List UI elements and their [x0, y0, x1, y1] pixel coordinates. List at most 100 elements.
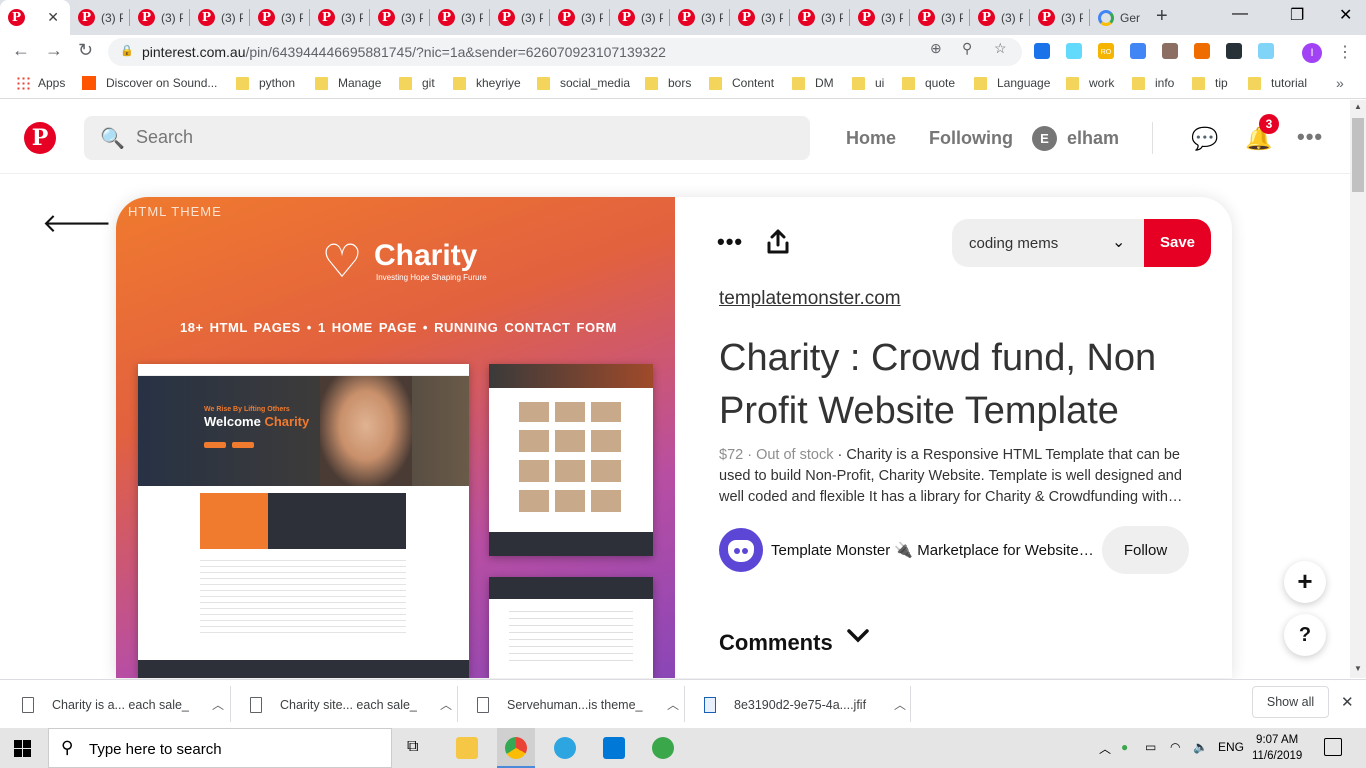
help-button[interactable]: ?: [1284, 614, 1326, 656]
browser-tab[interactable]: P (3) P: [250, 0, 310, 35]
bookmark-folder[interactable]: tutorial: [1248, 76, 1307, 90]
browser-tab[interactable]: P (3) P: [670, 0, 730, 35]
zoom-icon[interactable]: ⚲: [962, 40, 972, 57]
show-hidden-icons[interactable]: ︿: [1099, 740, 1111, 757]
taskbar-search[interactable]: ⚲ Type here to search: [48, 728, 392, 768]
chevron-up-icon[interactable]: ︿: [440, 696, 452, 713]
messages-icon[interactable]: 💬: [1191, 126, 1218, 152]
chevron-down-icon[interactable]: [846, 624, 870, 648]
extension-ro-icon[interactable]: RO: [1098, 43, 1114, 59]
notification-center-icon[interactable]: [1324, 738, 1342, 756]
bookmark-apps[interactable]: Apps: [16, 76, 65, 90]
bookmark-star-icon[interactable]: ☆: [994, 40, 1007, 57]
browser-tab[interactable]: P (3) P: [610, 0, 670, 35]
bookmark-folder[interactable]: bors: [645, 76, 691, 90]
more-bookmarks-icon[interactable]: »: [1336, 75, 1344, 91]
battery-icon[interactable]: ▭: [1145, 740, 1156, 754]
react-icon[interactable]: [1066, 43, 1082, 59]
page-scrollbar[interactable]: ▲ ▼: [1350, 100, 1366, 678]
reload-icon[interactable]: ↻: [78, 40, 93, 61]
download-item[interactable]: 8e3190d2-9e75-4a....jfif ︿: [704, 680, 906, 729]
language-indicator[interactable]: ENG: [1218, 740, 1244, 754]
share-icon[interactable]: [767, 229, 789, 255]
bookmark-soundcloud[interactable]: Discover on Sound...: [82, 76, 217, 90]
add-pin-button[interactable]: +: [1284, 561, 1326, 603]
pin-more-icon[interactable]: •••: [717, 229, 743, 255]
scroll-down-icon[interactable]: ▼: [1354, 664, 1362, 673]
chevron-up-icon[interactable]: ︿: [894, 696, 906, 713]
close-downloads-icon[interactable]: ✕: [1341, 693, 1354, 711]
translate-icon[interactable]: [1130, 43, 1146, 59]
creator-avatar[interactable]: [719, 528, 763, 572]
window-close-icon[interactable]: ✕: [1339, 5, 1352, 25]
browser-tab[interactable]: P (3) P: [1030, 0, 1090, 35]
add-icon[interactable]: ⊕: [930, 40, 942, 57]
wifi-icon[interactable]: ◠: [1170, 740, 1180, 754]
scroll-up-icon[interactable]: ▲: [1354, 102, 1362, 111]
pin-image[interactable]: HTML THEME ♡ Charity Investing Hope Shap…: [116, 197, 675, 678]
volume-icon[interactable]: 🔈: [1193, 740, 1208, 754]
extension-icon[interactable]: [1162, 43, 1178, 59]
bookmark-folder[interactable]: git: [399, 76, 435, 90]
address-bar[interactable]: 🔒 pinterest.com.au/pin/64394444669588174…: [108, 38, 1022, 66]
browser-tab[interactable]: P (3) P: [70, 0, 130, 35]
task-view-icon[interactable]: ⧉: [407, 738, 418, 756]
follow-button[interactable]: Follow: [1102, 526, 1189, 574]
download-item[interactable]: Charity is a... each sale_ ︿: [22, 680, 224, 729]
maximize-icon[interactable]: ❐: [1290, 5, 1304, 25]
tray-app-icon[interactable]: ●: [1121, 740, 1128, 754]
minimize-icon[interactable]: —: [1232, 5, 1248, 23]
browser-tab[interactable]: P (3) P: [550, 0, 610, 35]
browser-tab[interactable]: P (3) P: [130, 0, 190, 35]
react-icon[interactable]: [1258, 43, 1274, 59]
bookmark-folder[interactable]: work: [1066, 76, 1114, 90]
react-devtools-icon[interactable]: [1226, 43, 1242, 59]
app-icon[interactable]: [652, 737, 674, 759]
browser-tab[interactable]: P (3) P: [490, 0, 550, 35]
bookmark-folder[interactable]: tip: [1192, 76, 1228, 90]
browser-tab[interactable]: P (3) P: [970, 0, 1030, 35]
bookmark-folder[interactable]: Language: [974, 76, 1050, 90]
chevron-up-icon[interactable]: ︿: [212, 696, 224, 713]
chevron-up-icon[interactable]: ︿: [667, 696, 679, 713]
bookmark-folder[interactable]: ui: [852, 76, 884, 90]
more-options-icon[interactable]: •••: [1297, 124, 1323, 150]
extension-icon[interactable]: [1034, 43, 1050, 59]
browser-tab[interactable]: P (3) P: [730, 0, 790, 35]
download-item[interactable]: Charity site... each sale_ ︿: [250, 680, 452, 729]
nav-profile[interactable]: elham: [1067, 128, 1119, 149]
scrollbar-thumb[interactable]: [1352, 118, 1364, 192]
nav-home[interactable]: Home: [846, 128, 896, 149]
download-item[interactable]: Servehuman...is theme_ ︿: [477, 680, 679, 729]
close-icon[interactable]: ✕: [47, 9, 59, 26]
show-all-downloads-button[interactable]: Show all: [1252, 686, 1329, 718]
bookmark-folder[interactable]: social_media: [537, 76, 630, 90]
profile-avatar[interactable]: I: [1302, 43, 1322, 63]
extension-icon[interactable]: [1194, 43, 1210, 59]
browser-tab[interactable]: P (3) P: [850, 0, 910, 35]
search-input[interactable]: [136, 127, 736, 148]
file-explorer-icon[interactable]: [456, 737, 478, 759]
forward-icon[interactable]: →: [45, 40, 63, 61]
windows-start-icon[interactable]: [14, 740, 31, 757]
save-button[interactable]: Save: [1144, 219, 1211, 267]
bookmark-folder[interactable]: info: [1132, 76, 1174, 90]
tab-active[interactable]: P ✕: [0, 0, 70, 35]
nav-following[interactable]: Following: [929, 128, 1013, 149]
browser-tab[interactable]: Ger: [1090, 0, 1144, 35]
browser-tab[interactable]: P (3) P: [370, 0, 430, 35]
user-avatar[interactable]: E: [1032, 126, 1057, 151]
browser-tab[interactable]: P (3) P: [790, 0, 850, 35]
bookmark-folder[interactable]: DM: [792, 76, 834, 90]
clock[interactable]: 9:07 AM 11/6/2019: [1252, 732, 1302, 764]
browser-tab[interactable]: P (3) P: [310, 0, 370, 35]
pin-source-link[interactable]: templatemonster.com: [719, 288, 901, 310]
comments-heading[interactable]: Comments: [719, 630, 833, 656]
bookmark-folder[interactable]: Content: [709, 76, 774, 90]
search-bar[interactable]: 🔍: [84, 116, 810, 160]
chrome-menu-icon[interactable]: ⋮: [1337, 42, 1353, 62]
back-icon[interactable]: ←: [12, 40, 30, 61]
browser-tab[interactable]: P (3) P: [430, 0, 490, 35]
bookmark-folder[interactable]: kheyriye: [453, 76, 521, 90]
bookmark-folder[interactable]: quote: [902, 76, 955, 90]
